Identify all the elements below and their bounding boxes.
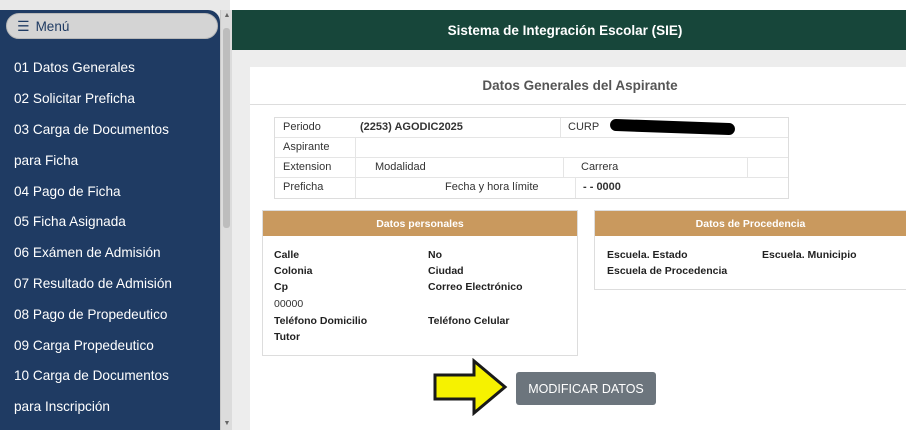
divider [355, 158, 356, 178]
escuela-procedencia-label: Escuela de Procedencia [607, 265, 728, 277]
scroll-up-icon[interactable]: ▲ [222, 11, 232, 21]
cp-label: Cp [274, 281, 288, 293]
scroll-down-icon[interactable]: ▼ [222, 419, 232, 429]
menu-toggle[interactable]: ☰ Menú [6, 13, 218, 39]
scroll-thumb[interactable] [223, 28, 230, 228]
calle-label: Calle [274, 249, 300, 261]
card-title: Datos Generales del Aspirante [250, 67, 906, 105]
app-title: Sistema de Integración Escolar (SIE) [232, 10, 906, 50]
divider [560, 118, 561, 138]
escuela-municipio-label: Escuela. Municipio [762, 249, 857, 261]
menu-label: Menú [35, 18, 70, 34]
origin-data-title: Datos de Procedencia [595, 211, 906, 236]
sidebar-item-ficha-asignada[interactable]: 05 Ficha Asignada [14, 214, 126, 229]
tel-cel-label: Teléfono Celular [428, 315, 510, 327]
personal-data-title: Datos personales [263, 211, 577, 236]
origin-data-panel: Datos de Procedencia Escuela. Estado Esc… [594, 210, 906, 290]
tutor-label: Tutor [274, 331, 301, 343]
info-row-preficha: Preficha Fecha y hora límite - - 0000 [275, 178, 788, 198]
ciudad-label: Ciudad [428, 265, 464, 277]
sidebar-scrollbar[interactable]: ▲ ▼ [220, 10, 232, 430]
sidebar-item-datos-generales[interactable]: 01 Datos Generales [14, 60, 135, 75]
sidebar-item-carga-documentos-ficha-cont[interactable]: para Ficha [14, 153, 78, 168]
extension-label: Extension [283, 161, 332, 173]
sidebar-item-carga-documentos-inscripcion-cont[interactable]: para Inscripción [14, 399, 110, 414]
sidebar-item-solicitar-preficha[interactable]: 02 Solicitar Preficha [14, 91, 135, 106]
divider [355, 138, 356, 158]
personal-data-panel: Datos personales Calle No Colonia Ciudad… [262, 210, 578, 356]
curp-label: CURP [568, 121, 600, 133]
divider [747, 158, 748, 178]
sidebar-item-resultado-admision[interactable]: 07 Resultado de Admisión [14, 276, 172, 291]
sidebar-item-examen-admision[interactable]: 06 Exámen de Admisión [14, 245, 161, 260]
escuela-estado-label: Escuela. Estado [607, 249, 688, 261]
periodo-label: Periodo [283, 121, 321, 133]
divider [563, 158, 564, 178]
cp-value: 00000 [274, 298, 304, 310]
no-label: No [428, 249, 442, 261]
correo-label: Correo Electrónico [428, 281, 523, 293]
sidebar-item-pago-ficha[interactable]: 04 Pago de Ficha [14, 184, 121, 199]
periodo-value: (2253) AGODIC2025 [360, 121, 463, 133]
sidebar-item-carga-documentos-ficha[interactable]: 03 Carga de Documentos [14, 122, 169, 137]
divider [355, 178, 356, 198]
sidebar-item-carga-propedeutico[interactable]: 09 Carga Propedeutico [14, 338, 154, 353]
pointer-arrow-icon [433, 358, 508, 416]
aspirante-label: Aspirante [283, 141, 330, 153]
colonia-label: Colonia [274, 265, 313, 277]
divider [575, 178, 576, 198]
hamburger-icon: ☰ [17, 18, 30, 34]
fecha-label: Fecha y hora límite [445, 181, 539, 193]
carrera-label: Carrera [581, 161, 619, 173]
fecha-value: - - 0000 [583, 181, 621, 193]
info-row-extension: Extension Modalidad Carrera [275, 158, 788, 178]
sidebar-item-carga-documentos-inscripcion[interactable]: 10 Carga de Documentos [14, 368, 169, 383]
tel-dom-label: Teléfono Domicilio [274, 315, 368, 327]
sidebar: ☰ Menú 01 Datos Generales 02 Solicitar P… [0, 0, 230, 430]
sidebar-item-pago-propedeutico[interactable]: 08 Pago de Propedeutico [14, 307, 167, 322]
modalidad-label: Modalidad [375, 161, 426, 173]
info-row-aspirante: Aspirante [275, 138, 788, 158]
modify-data-button[interactable]: MODIFICAR DATOS [516, 372, 656, 405]
preficha-label: Preficha [283, 181, 324, 193]
